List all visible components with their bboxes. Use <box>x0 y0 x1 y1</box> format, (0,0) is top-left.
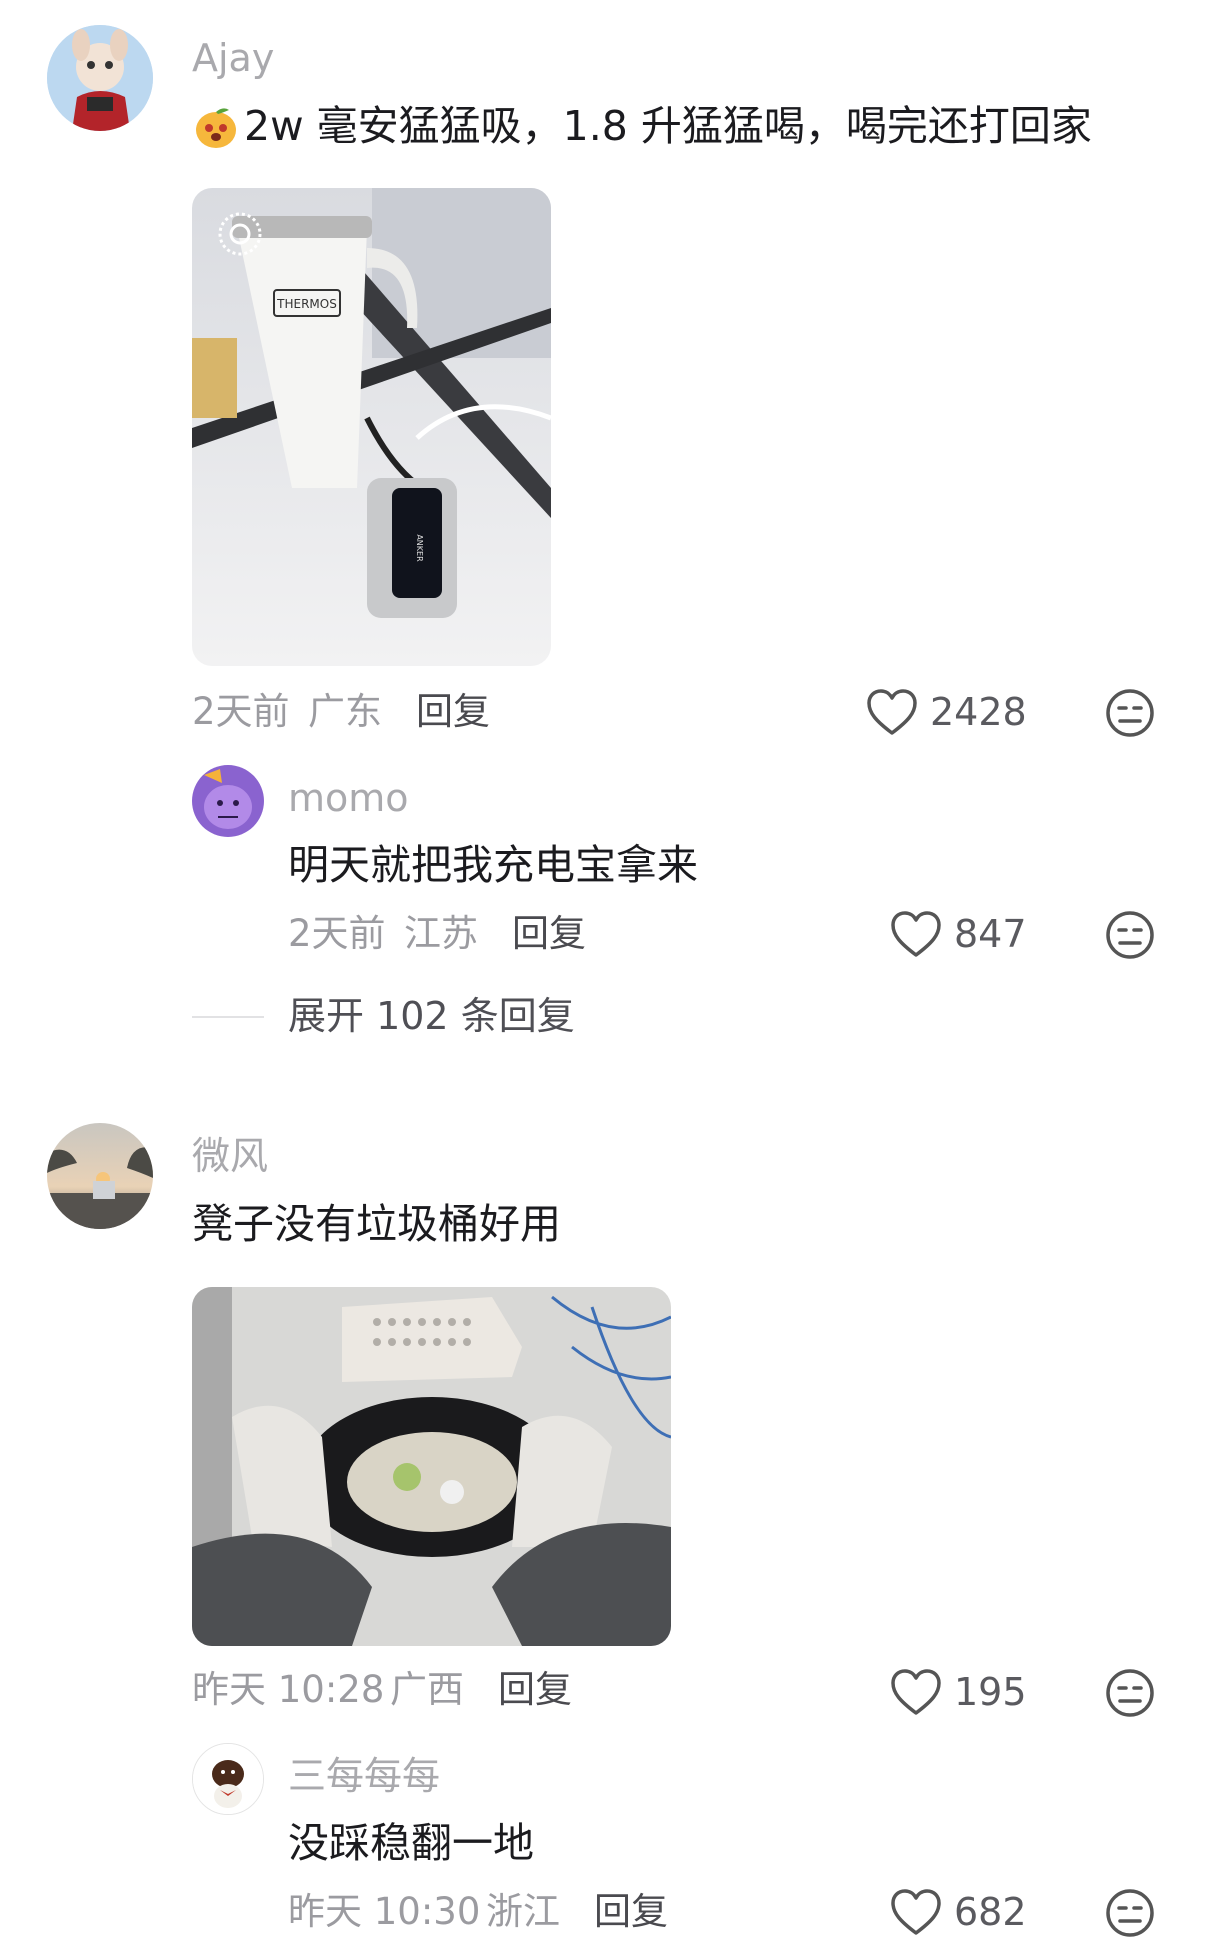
like-button[interactable]: 847 <box>890 908 1050 960</box>
heart-outline-icon <box>890 910 942 958</box>
comment-time: 2天前 <box>192 690 290 733</box>
heart-outline-icon <box>866 688 918 736</box>
reply-button[interactable]: 回复 <box>594 1890 668 1934</box>
like-button[interactable]: 682 <box>890 1886 1050 1938</box>
like-count: 847 <box>954 912 1027 956</box>
like-count: 2428 <box>930 690 1027 734</box>
comment-location: 广东 <box>308 690 382 733</box>
comment-text: 2w 毫安猛猛吸，1.8 升猛猛喝，喝完还打回家 <box>244 102 1092 150</box>
expand-replies-label[interactable]: 展开 102 条回复 <box>288 994 575 1038</box>
mango-emoji-icon <box>193 104 239 150</box>
svg-text:ANKER: ANKER <box>415 534 424 562</box>
reply-location: 浙江 <box>486 1890 560 1933</box>
divider <box>192 1016 264 1018</box>
comment-text: 凳子没有垃圾桶好用 <box>192 1200 561 1248</box>
comment-time: 昨天 10:28 <box>192 1668 385 1711</box>
reply-location: 江苏 <box>404 912 478 955</box>
reply-text: 没踩稳翻一地 <box>288 1819 534 1867</box>
meh-face-icon[interactable] <box>1105 1888 1155 1938</box>
reply-button[interactable]: 回复 <box>498 1668 572 1712</box>
like-count: 195 <box>954 1670 1027 1714</box>
reply-username[interactable]: momo <box>288 776 409 820</box>
avatar[interactable] <box>47 25 153 131</box>
reply-time: 昨天 10:30 <box>288 1890 481 1933</box>
reply-button[interactable]: 回复 <box>416 690 490 734</box>
heart-outline-icon <box>890 1668 942 1716</box>
heart-outline-icon <box>890 1888 942 1936</box>
comment-image[interactable]: THERMOS ANKER <box>192 188 551 666</box>
like-button[interactable]: 195 <box>890 1666 1050 1718</box>
like-count: 682 <box>954 1890 1027 1934</box>
avatar[interactable] <box>47 1123 153 1229</box>
comment-image[interactable] <box>192 1287 671 1646</box>
reply-username[interactable]: 三每每每 <box>288 1754 440 1798</box>
avatar[interactable] <box>192 1743 264 1815</box>
meh-face-icon[interactable] <box>1105 910 1155 960</box>
meh-face-icon[interactable] <box>1105 1668 1155 1718</box>
comment-username[interactable]: Ajay <box>192 36 274 80</box>
reply-text: 明天就把我充电宝拿来 <box>288 841 698 889</box>
comment-location: 广西 <box>390 1668 464 1711</box>
svg-text:THERMOS: THERMOS <box>276 297 337 311</box>
like-button[interactable]: 2428 <box>866 686 1046 738</box>
avatar[interactable] <box>192 765 264 837</box>
meh-face-icon[interactable] <box>1105 688 1155 738</box>
reply-button[interactable]: 回复 <box>512 912 586 956</box>
comment-username[interactable]: 微风 <box>192 1134 268 1178</box>
reply-time: 2天前 <box>288 912 386 955</box>
